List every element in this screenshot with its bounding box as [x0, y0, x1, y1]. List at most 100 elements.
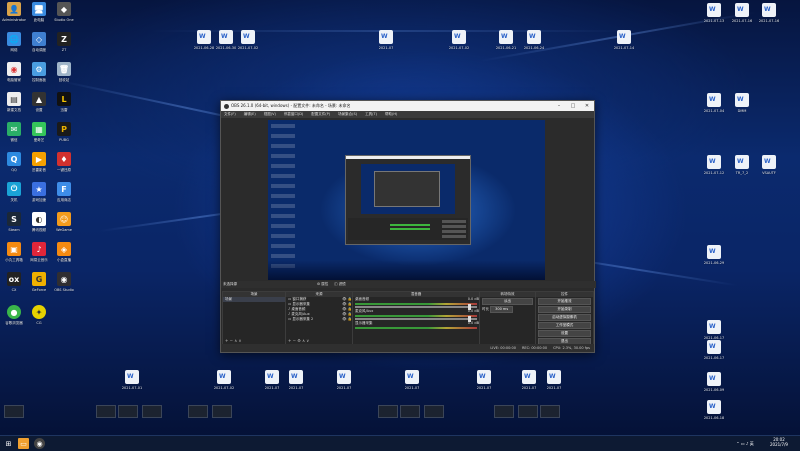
obs-window[interactable]: OBS 26.1.0 (64-bit, windows) - 配置文件: 未命名… — [220, 100, 596, 353]
desktop-icon[interactable]: ox CX — [0, 272, 28, 292]
desktop-icon[interactable]: ♦ 一键还原 — [50, 152, 78, 172]
properties-button[interactable]: ⚙ 属性 — [317, 282, 328, 287]
desktop-icon[interactable]: ★ 游戏加速 — [25, 182, 53, 202]
document-icon[interactable]: 2021-07-02 — [234, 30, 262, 50]
document-icon[interactable]: 2021-07-01 — [118, 370, 146, 390]
video-thumbnail[interactable] — [400, 405, 420, 418]
virtual-camera-button[interactable]: 启动虚拟摄像机 — [538, 314, 591, 321]
studio-mode-button[interactable]: 工作室模式 — [538, 322, 591, 329]
document-icon[interactable]: 2021-07 — [470, 370, 498, 390]
desktop-icon[interactable]: P PUBG — [50, 122, 78, 142]
document-icon[interactable]: 2021-07-04 — [700, 93, 728, 113]
desktop-icon[interactable]: ⏻ 关机 — [0, 182, 28, 202]
menu-file[interactable]: 文件(F) — [224, 112, 236, 117]
desktop-icon[interactable]: ◉ OBS Studio — [50, 272, 78, 292]
document-icon[interactable]: 2021-07-14 — [610, 30, 638, 50]
volume-slider[interactable] — [355, 316, 477, 322]
menu-scene-collection[interactable]: 场景集合(S) — [338, 112, 357, 117]
document-icon[interactable]: 2021-06-17 — [700, 320, 728, 340]
document-icon[interactable]: 2021-07 — [372, 30, 400, 50]
desktop-icon[interactable]: 🖥 此电脑 — [25, 2, 53, 22]
menu-tools[interactable]: 工具(T) — [365, 112, 377, 117]
document-icon[interactable]: 2021-07-13 — [700, 3, 728, 23]
clock[interactable]: 20:02 2021/7/9 — [770, 437, 788, 447]
menu-view[interactable]: 视图(V) — [264, 112, 276, 117]
document-icon[interactable]: 2021-06-24 — [520, 30, 548, 50]
source-item[interactable]: ▭ 显示器采集 2 👁 🔒 — [286, 317, 352, 322]
source-toolbar[interactable]: + − ⚙ ∧ ∨ — [288, 338, 309, 343]
desktop-icon[interactable]: ✦ CG — [25, 305, 53, 325]
document-icon[interactable]: 2021-06-17 — [700, 340, 728, 360]
desktop-icon[interactable]: ☺ WeGame — [50, 212, 78, 232]
scene-toolbar[interactable]: + − ∧ ∨ — [225, 338, 241, 343]
video-thumbnail[interactable] — [494, 405, 514, 418]
desktop-icon[interactable]: ▲ 设置 — [25, 92, 53, 112]
tray-icons[interactable]: ⌃ ▭ ♪ 英 — [725, 438, 765, 449]
document-icon[interactable]: 2021-06-18 — [700, 400, 728, 420]
video-thumbnail[interactable] — [188, 405, 208, 418]
desktop-icon[interactable]: 👤 Administrator — [0, 2, 28, 22]
scene-item[interactable]: 场景 — [223, 297, 285, 302]
document-icon[interactable]: 2021-07 — [398, 370, 426, 390]
desktop-icon[interactable]: Q QQ — [0, 152, 28, 172]
desktop-icon[interactable]: G GeForce — [25, 272, 53, 292]
desktop-icon[interactable]: ● 谷歌浏览器 — [0, 305, 28, 325]
start-streaming-button[interactable]: 开始推流 — [538, 298, 591, 305]
document-icon[interactable]: 2021-07-02 — [210, 370, 238, 390]
maximize-icon[interactable]: □ — [566, 101, 580, 111]
document-icon[interactable]: 2021-07-02 — [445, 30, 473, 50]
desktop-icon[interactable]: ▣ 小丸工具箱 — [0, 242, 28, 262]
video-thumbnail[interactable] — [518, 405, 538, 418]
desktop-icon[interactable]: ◇ 自动调度 — [25, 32, 53, 52]
menu-docks[interactable]: 停靠窗口(D) — [284, 112, 303, 117]
video-thumbnail[interactable] — [118, 405, 138, 418]
desktop-icon[interactable]: ◈ 小盒直播 — [50, 242, 78, 262]
desktop-icon[interactable]: ▦ 爱奇艺 — [25, 122, 53, 142]
transition-select[interactable]: 淡出 — [482, 298, 533, 305]
file-explorer-icon[interactable]: ▭ — [18, 438, 29, 449]
desktop-icon[interactable]: Z ZT — [50, 32, 78, 52]
video-thumbnail[interactable] — [378, 405, 398, 418]
document-icon[interactable]: DMM — [728, 93, 756, 113]
video-thumbnail[interactable] — [142, 405, 162, 418]
desktop-icon[interactable]: 🗑 回收站 — [50, 62, 78, 82]
desktop-icon[interactable]: L 迅雷 — [50, 92, 78, 112]
settings-button[interactable]: 设置 — [538, 330, 591, 337]
document-icon[interactable]: 2021-07 — [282, 370, 310, 390]
video-thumbnail[interactable] — [424, 405, 444, 418]
close-icon[interactable]: ✕ — [580, 101, 594, 111]
desktop-icon[interactable]: ◉ 电脑管家 — [0, 62, 28, 82]
start-recording-button[interactable]: 开始录制 — [538, 306, 591, 313]
desktop-icon[interactable]: ◐ 腾讯视频 — [25, 212, 53, 232]
video-thumbnail[interactable] — [4, 405, 24, 418]
document-icon[interactable]: 2021-06-21 — [492, 30, 520, 50]
desktop-icon[interactable]: ♪ 网易云音乐 — [25, 242, 53, 262]
document-icon[interactable]: 2021-06-09 — [700, 372, 728, 392]
start-button[interactable]: ⊞ — [3, 438, 14, 449]
document-icon[interactable]: 2021-07 — [515, 370, 543, 390]
document-icon[interactable]: 2021-07-16 — [728, 3, 756, 23]
desktop-icon[interactable]: ▤ 新建文档 — [0, 92, 28, 112]
menu-edit[interactable]: 编辑(E) — [244, 112, 256, 117]
document-icon[interactable]: 2021-07 — [330, 370, 358, 390]
document-icon[interactable]: 2021-07 — [540, 370, 568, 390]
video-thumbnail[interactable] — [212, 405, 232, 418]
document-icon[interactable]: 2021-06-29 — [700, 245, 728, 265]
document-icon[interactable]: 2021-07-16 — [755, 3, 783, 23]
desktop-icon[interactable]: 🌐 网络 — [0, 32, 28, 52]
menu-help[interactable]: 帮助(H) — [385, 112, 397, 117]
desktop-icon[interactable]: ◆ Studio One — [50, 2, 78, 22]
duration-input[interactable]: 300 ms — [490, 306, 514, 313]
document-icon[interactable]: 2021-07-12 — [700, 155, 728, 175]
desktop-icon[interactable]: ✉ 微信 — [0, 122, 28, 142]
video-thumbnail[interactable] — [540, 405, 560, 418]
desktop-icon[interactable]: S Steam — [0, 212, 28, 232]
document-icon[interactable]: TR_7_2 — [728, 155, 756, 175]
desktop-icon[interactable]: ▶ 迅雷影音 — [25, 152, 53, 172]
video-thumbnail[interactable] — [96, 405, 116, 418]
obs-titlebar[interactable]: OBS 26.1.0 (64-bit, windows) - 配置文件: 未命名… — [221, 101, 594, 111]
desktop-icon[interactable]: F 应用商店 — [50, 182, 78, 202]
volume-slider[interactable] — [355, 304, 477, 310]
document-icon[interactable]: VSAUTF — [755, 155, 783, 175]
menu-profile[interactable]: 配置文件(P) — [311, 112, 330, 117]
